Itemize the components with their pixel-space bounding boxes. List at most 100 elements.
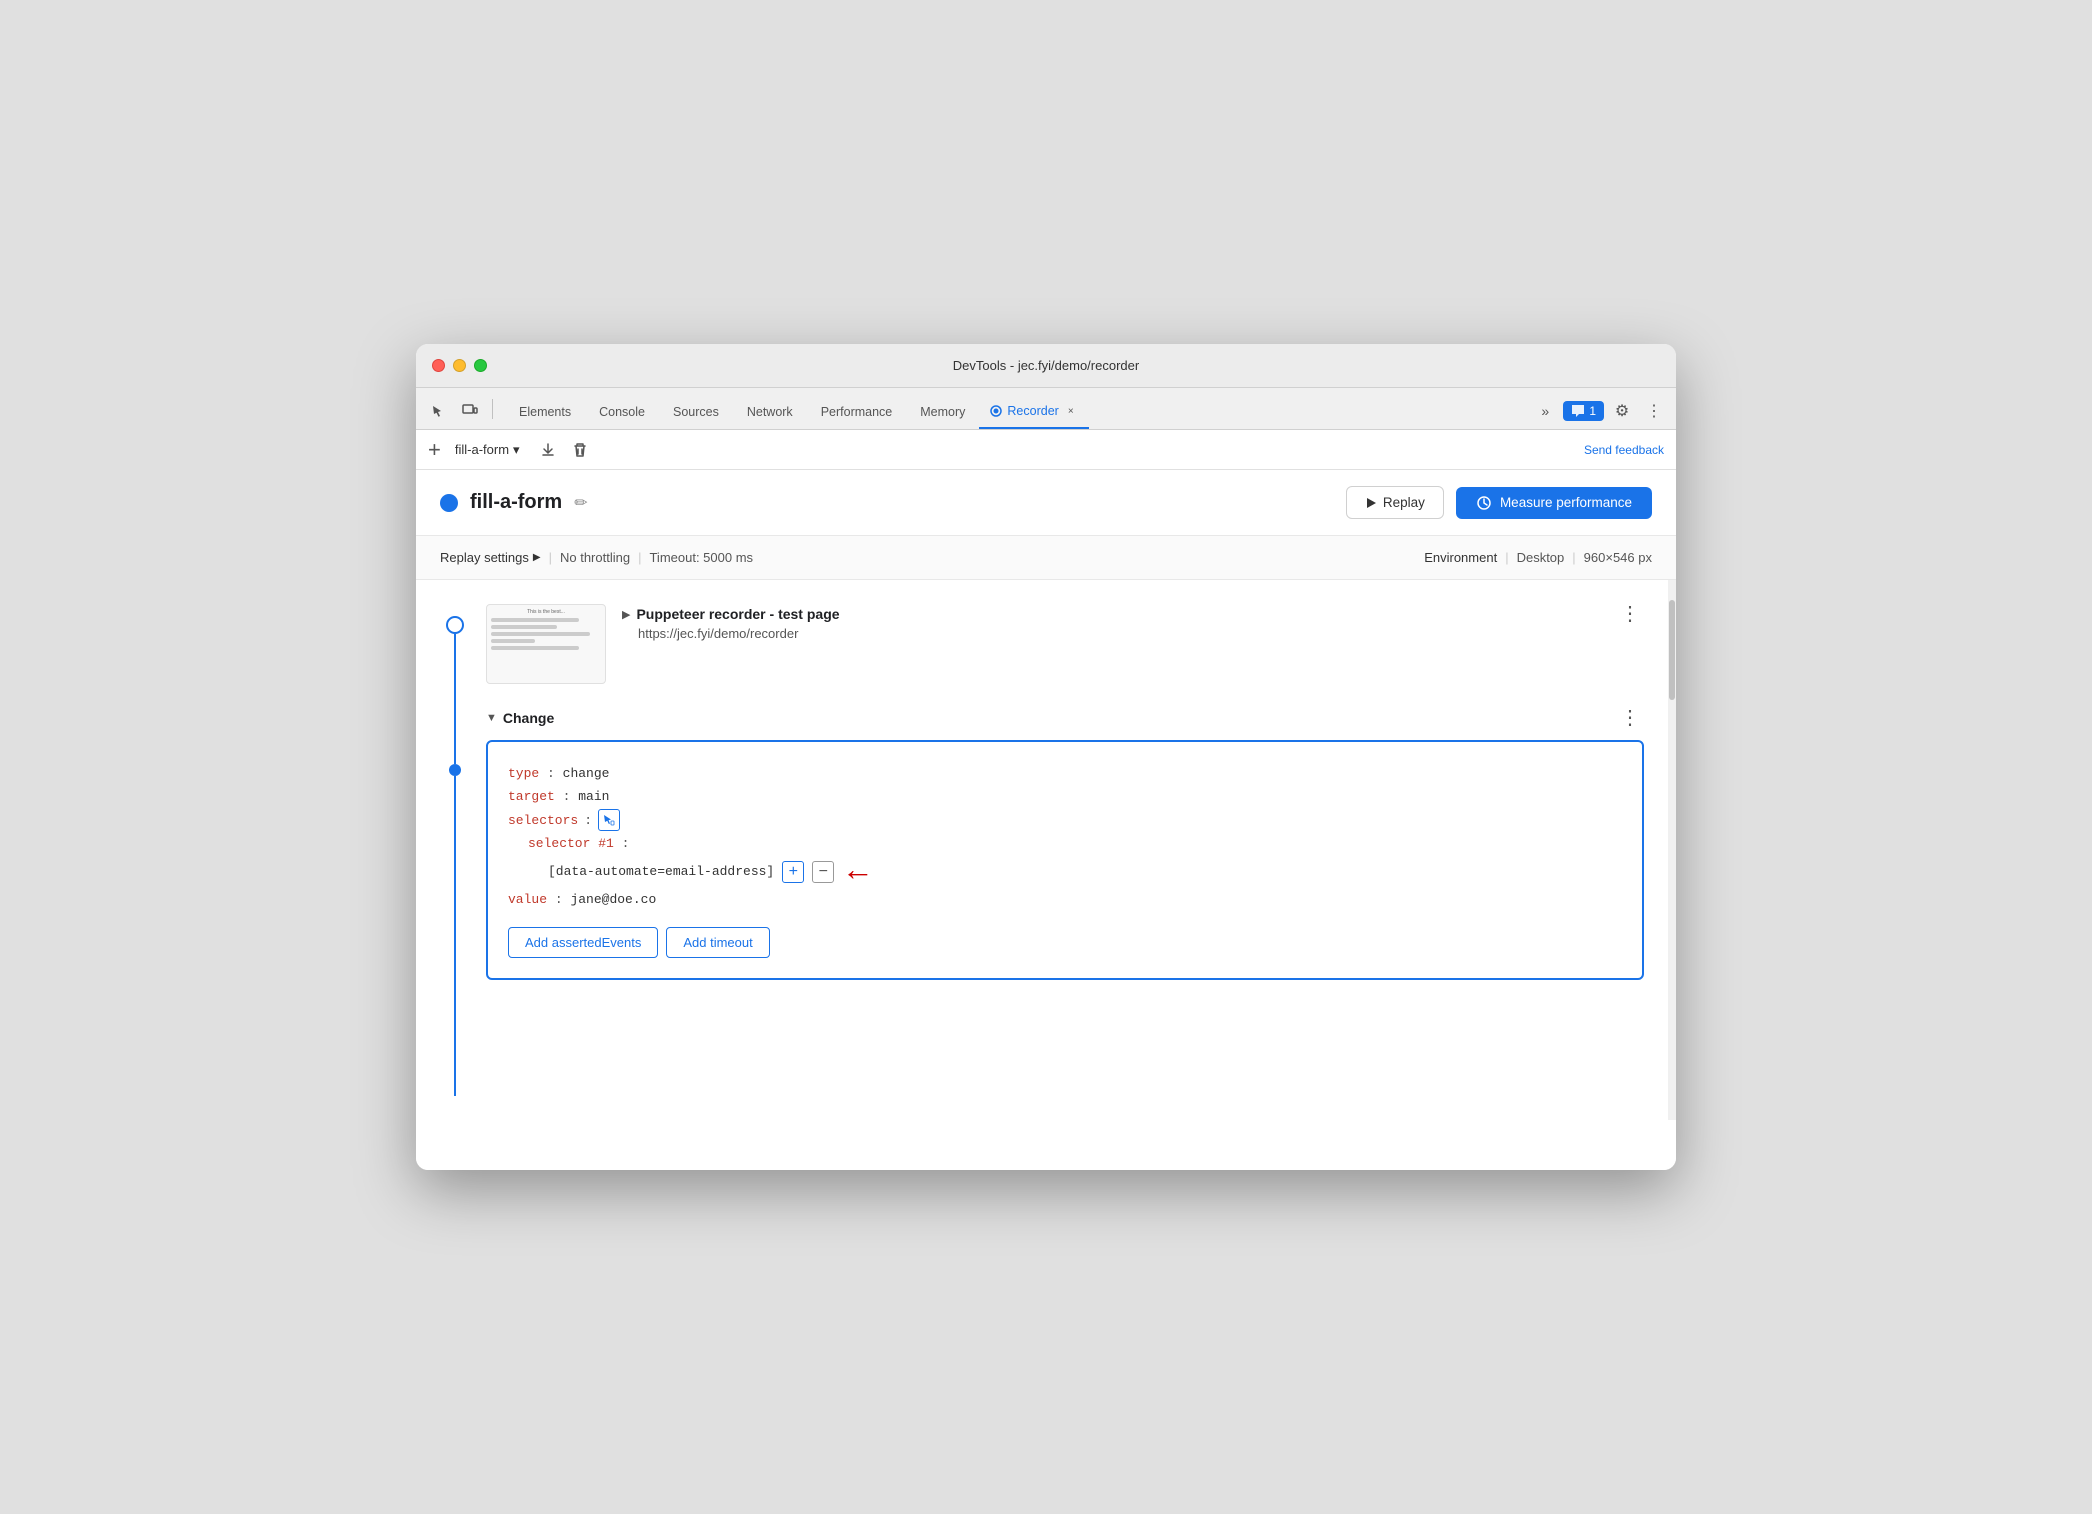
recorder-close-icon[interactable]: ×: [1063, 403, 1079, 419]
more-options-btn[interactable]: ⋮: [1640, 397, 1668, 425]
settings-sep3: |: [1505, 550, 1508, 565]
step-navigate-info: ▶ Puppeteer recorder - test page ⋮ https…: [622, 604, 1644, 641]
current-recording-name: fill-a-form: [455, 442, 509, 457]
thumb-line-1: [491, 618, 579, 622]
settings-arrow: ▶: [533, 552, 541, 563]
measure-performance-btn[interactable]: Measure performance: [1456, 487, 1652, 519]
more-tabs-btn[interactable]: »: [1531, 397, 1559, 425]
recorder-icon: [989, 404, 1003, 418]
devtools-tabs-bar: Elements Console Sources Network Perform…: [416, 388, 1676, 430]
step-navigate-title: Puppeteer recorder - test page: [636, 606, 839, 622]
env-label: Environment: [1424, 550, 1497, 565]
step-change: ▼ Change ⋮ type : change: [486, 708, 1644, 980]
device-mode-icon[interactable]: [456, 397, 484, 425]
tab-recorder[interactable]: Recorder ×: [979, 395, 1088, 429]
selector-picker-icon[interactable]: [598, 809, 620, 831]
timeline-dot: [449, 764, 461, 776]
play-icon: [1365, 497, 1377, 509]
chat-badge[interactable]: 1: [1563, 401, 1604, 421]
toolbar-actions: [534, 436, 594, 464]
thumb-line-5: [491, 646, 579, 650]
add-timeout-btn[interactable]: Add timeout: [666, 927, 769, 958]
code-line-type: type : change: [508, 762, 1622, 785]
settings-btn[interactable]: ⚙: [1608, 397, 1636, 425]
add-asserted-events-btn[interactable]: Add assertedEvents: [508, 927, 658, 958]
tab-sources[interactable]: Sources: [659, 397, 733, 429]
add-selector-btn[interactable]: +: [782, 861, 804, 883]
window-title: DevTools - jec.fyi/demo/recorder: [953, 358, 1139, 373]
recording-selector[interactable]: fill-a-form ▾: [449, 438, 526, 462]
code-line-value: value : jane@doe.co: [508, 888, 1622, 911]
steps-content: This is the best... ▶ Puppeteer recorder…: [486, 604, 1676, 1096]
step-change-arrow: ▼: [486, 712, 497, 724]
settings-sep1: |: [549, 550, 552, 565]
scrollbar-track[interactable]: [1668, 580, 1676, 1120]
export-icon: [540, 442, 556, 458]
step-navigate: This is the best... ▶ Puppeteer recorder…: [486, 604, 1644, 684]
timeout-value: Timeout: 5000 ms: [649, 550, 753, 565]
thumb-title: This is the best...: [491, 609, 601, 615]
chat-icon: [1571, 404, 1585, 418]
type-value: change: [563, 766, 610, 781]
replay-settings-label[interactable]: Replay settings ▶: [440, 550, 541, 565]
chat-count: 1: [1589, 404, 1596, 418]
step-navigate-more[interactable]: ⋮: [1616, 604, 1644, 624]
close-button[interactable]: [432, 359, 445, 372]
tab-elements[interactable]: Elements: [505, 397, 585, 429]
settings-sep4: |: [1572, 550, 1575, 565]
replay-settings-left: Replay settings ▶ | No throttling | Time…: [440, 550, 753, 565]
tab-memory[interactable]: Memory: [906, 397, 979, 429]
step-change-header[interactable]: ▼ Change ⋮: [486, 708, 1644, 728]
thumbnail-content: This is the best...: [487, 605, 605, 683]
value-key: value: [508, 892, 547, 907]
env-size: 960×546 px: [1584, 550, 1652, 565]
devtools-window: DevTools - jec.fyi/demo/recorder Element…: [416, 344, 1676, 1170]
step-navigate-url: https://jec.fyi/demo/recorder: [622, 626, 1644, 641]
replay-btn[interactable]: Replay: [1346, 486, 1444, 519]
tab-network[interactable]: Network: [733, 397, 807, 429]
cursor-selector-icon: [603, 814, 615, 826]
code-line-selector-num: selector #1 :: [508, 832, 1622, 855]
minimize-button[interactable]: [453, 359, 466, 372]
thumb-line-2: [491, 625, 557, 629]
edit-title-icon[interactable]: ✏: [574, 493, 587, 513]
separator: [492, 399, 493, 419]
replay-btn-label: Replay: [1383, 495, 1425, 510]
measure-icon: [1476, 495, 1492, 511]
code-line-selectors: selectors :: [508, 809, 1622, 832]
code-block: type : change target : main selector: [486, 740, 1644, 980]
tab-recorder-label: Recorder: [1007, 404, 1058, 418]
delete-icon: [572, 442, 588, 458]
env-type: Desktop: [1517, 550, 1565, 565]
red-arrow-icon: ←: [848, 856, 867, 888]
add-recording-btn[interactable]: +: [428, 439, 441, 461]
code-line-target: target : main: [508, 785, 1622, 808]
timeline-circle-1: [446, 616, 464, 634]
tab-console[interactable]: Console: [585, 397, 659, 429]
recording-actions: Replay Measure performance: [1346, 486, 1652, 519]
tab-performance[interactable]: Performance: [807, 397, 907, 429]
code-line-selector-value: [data-automate=email-address] + − ←: [508, 856, 1622, 888]
recording-status-dot: [440, 494, 458, 512]
remove-selector-btn[interactable]: −: [812, 861, 834, 883]
tabs-right: » 1 ⚙ ⋮: [1531, 397, 1668, 429]
send-feedback-link[interactable]: Send feedback: [1584, 443, 1664, 457]
thumb-line-4: [491, 639, 535, 643]
type-key: type: [508, 766, 539, 781]
recording-header: fill-a-form ✏ Replay Measure performance: [416, 470, 1676, 536]
action-buttons: Add assertedEvents Add timeout: [508, 927, 1622, 958]
maximize-button[interactable]: [474, 359, 487, 372]
settings-sep2: |: [638, 550, 641, 565]
cursor-icon[interactable]: [424, 397, 452, 425]
delete-btn[interactable]: [566, 436, 594, 464]
main-content: fill-a-form ✏ Replay Measure performance: [416, 470, 1676, 1170]
selector-num-key: selector #1: [528, 836, 614, 851]
replay-settings-bar: Replay settings ▶ | No throttling | Time…: [416, 536, 1676, 580]
traffic-lights: [432, 359, 487, 372]
export-btn[interactable]: [534, 436, 562, 464]
timeline-line-1: [454, 634, 456, 764]
step-change-more[interactable]: ⋮: [1616, 708, 1644, 728]
step-navigate-header[interactable]: ▶ Puppeteer recorder - test page ⋮: [622, 604, 1644, 624]
title-bar: DevTools - jec.fyi/demo/recorder: [416, 344, 1676, 388]
scrollbar-thumb[interactable]: [1669, 600, 1675, 700]
